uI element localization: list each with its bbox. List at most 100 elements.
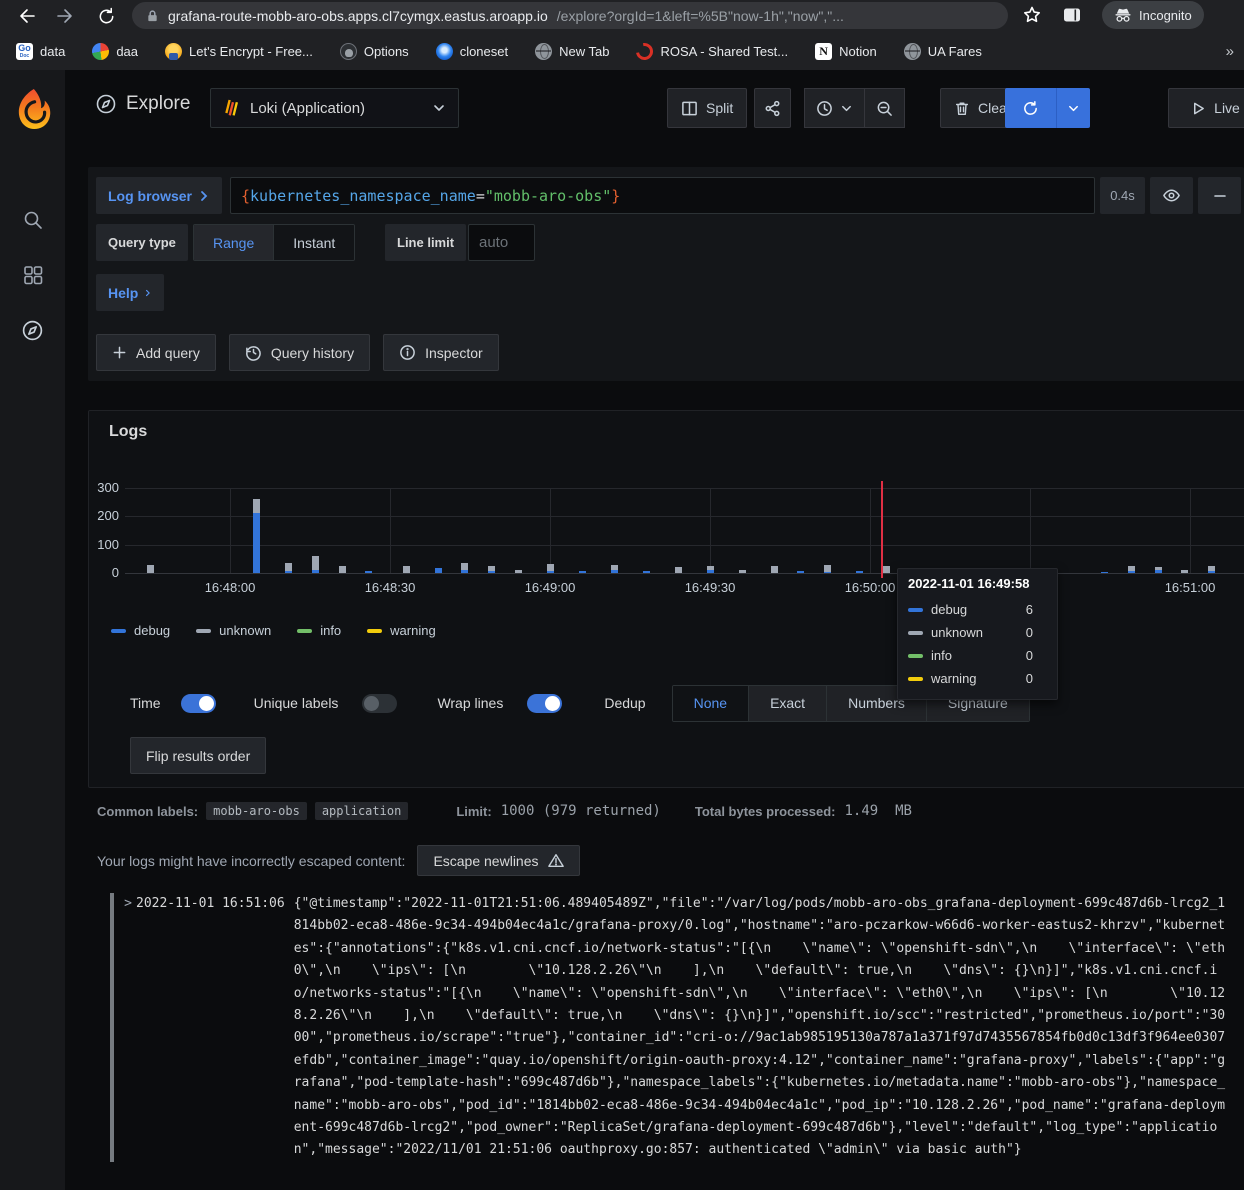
bar-unknown: [461, 563, 468, 569]
incognito-icon: [1114, 7, 1132, 23]
query-input[interactable]: {kubernetes_namespace_name="mobb-aro-obs…: [230, 177, 1095, 214]
line-limit-input[interactable]: [468, 224, 535, 261]
help-button[interactable]: Help: [96, 274, 164, 311]
total-bytes-value: 1.49 MB: [845, 803, 912, 819]
remove-query-button[interactable]: [1198, 177, 1241, 214]
logs-panel: Logs 010020030016:48:0016:48:3016:49:001…: [88, 410, 1244, 788]
bookmark-item[interactable]: New Tab: [535, 43, 609, 60]
bookmark-item[interactable]: cloneset: [436, 43, 508, 60]
time-toggle[interactable]: [181, 694, 216, 713]
bookmark-item[interactable]: daa: [92, 43, 138, 60]
bookmark-label: cloneset: [460, 44, 508, 59]
globe-icon: [535, 43, 552, 60]
share-button[interactable]: [754, 88, 791, 128]
log-timestamp: 2022-11-01 16:51:06: [136, 893, 285, 1162]
query-type-option-instant[interactable]: Instant: [274, 225, 354, 260]
bookmark-item[interactable]: Notion: [815, 43, 877, 60]
bar-debug: [1128, 571, 1135, 573]
bar-debug: [1101, 572, 1108, 573]
legend-marker: [196, 629, 211, 633]
rosa-icon: [633, 39, 657, 63]
log-browser-button[interactable]: Log browser: [96, 177, 222, 214]
globe-icon: [904, 43, 921, 60]
x-axis-tick: 16:49:00: [525, 580, 576, 595]
bookmark-item[interactable]: Let's Encrypt - Free...: [165, 43, 313, 60]
add-query-button[interactable]: Add query: [96, 334, 216, 371]
inspector-button[interactable]: Inspector: [383, 334, 499, 371]
bookmark-item[interactable]: data: [16, 43, 65, 60]
datasource-picker[interactable]: Loki (Application): [210, 88, 459, 128]
legend-label: unknown: [219, 623, 271, 638]
sidebar-item-dashboards[interactable]: [0, 253, 65, 297]
bar-debug: [461, 570, 468, 573]
minus-icon: [1212, 188, 1228, 204]
bar-debug: [285, 571, 292, 573]
bookmark-label: Notion: [839, 44, 877, 59]
bar-debug: [856, 571, 863, 573]
query-history-button[interactable]: Query history: [229, 334, 370, 371]
legend-label: info: [320, 623, 341, 638]
sidebar-item-search[interactable]: [0, 198, 65, 242]
split-label: Split: [706, 100, 733, 116]
tooltip-row: info0: [908, 644, 1047, 667]
bar-debug: [253, 513, 260, 573]
query-token: =: [476, 187, 485, 205]
legend-item-unknown[interactable]: unknown: [196, 623, 271, 638]
y-axis-tick: 300: [89, 480, 119, 495]
url-bar[interactable]: grafana-route-mobb-aro-obs.apps.cl7cymgx…: [132, 2, 1008, 29]
bar-unknown: [675, 567, 682, 573]
bookmark-item[interactable]: UA Fares: [904, 43, 982, 60]
grafana-flame-icon: [13, 88, 53, 130]
run-query-interval-button[interactable]: [1057, 88, 1090, 128]
zoom-out-button[interactable]: [865, 88, 905, 128]
x-axis-tick: 16:49:30: [685, 580, 736, 595]
dedup-label: Dedup: [604, 695, 645, 711]
bookmarks-overflow-chevron[interactable]: »: [1226, 43, 1234, 60]
sidebar-item-explore[interactable]: [0, 308, 65, 352]
live-button[interactable]: Live: [1168, 88, 1244, 128]
forward-button[interactable]: [52, 2, 80, 30]
log-browser-label: Log browser: [108, 188, 192, 204]
reload-button[interactable]: [92, 2, 120, 30]
run-query-split-button: [1005, 88, 1090, 128]
logs-volume-chart: 010020030016:48:0016:48:3016:49:0016:49:…: [89, 481, 1244, 616]
explore-header: Explore Loki (Application) Split Clear a…: [65, 85, 1244, 131]
bookmark-label: New Tab: [559, 44, 609, 59]
zoom-out-icon: [876, 100, 893, 117]
side-panel-button[interactable]: [1062, 5, 1082, 25]
chevron-right-icon: [144, 287, 152, 299]
query-type-option-range[interactable]: Range: [194, 225, 274, 260]
back-arrow-icon: [16, 6, 36, 26]
run-query-button[interactable]: [1005, 88, 1057, 128]
bookmark-item[interactable]: Options: [340, 43, 409, 60]
bar-debug: [579, 571, 586, 573]
preview-toggle-button[interactable]: [1150, 177, 1193, 214]
dedup-option-none[interactable]: None: [673, 686, 749, 721]
back-button[interactable]: [12, 2, 40, 30]
chevron-down-icon: [432, 101, 446, 115]
legend-item-info[interactable]: info: [297, 623, 341, 638]
bookmark-item[interactable]: ROSA - Shared Test...: [636, 43, 788, 60]
lock-icon: [146, 9, 159, 23]
bookmark-star-button[interactable]: [1022, 5, 1042, 25]
bar-unknown: [488, 566, 495, 571]
legend-item-debug[interactable]: debug: [111, 623, 170, 638]
legend-item-warning[interactable]: warning: [367, 623, 436, 638]
history-icon: [245, 344, 262, 361]
bar-debug: [824, 572, 831, 573]
wrap-lines-toggle[interactable]: [527, 694, 562, 713]
bookmark-label: Options: [364, 44, 409, 59]
split-button[interactable]: Split: [667, 88, 747, 128]
time-picker-button[interactable]: [804, 88, 865, 128]
y-axis-tick: 200: [89, 508, 119, 523]
unique-labels-toggle[interactable]: [362, 694, 397, 713]
apps-grid-icon: [22, 264, 44, 286]
grafana-logo[interactable]: [0, 83, 65, 135]
query-token: {: [241, 187, 250, 205]
bar-debug: [488, 571, 495, 573]
flip-results-order-button[interactable]: Flip results order: [130, 737, 266, 774]
dedup-option-exact[interactable]: Exact: [749, 686, 827, 721]
log-expand-chevron[interactable]: >: [120, 893, 136, 1162]
wrap-lines-toggle-label: Wrap lines: [437, 695, 503, 711]
escape-newlines-button[interactable]: Escape newlines: [417, 845, 579, 876]
